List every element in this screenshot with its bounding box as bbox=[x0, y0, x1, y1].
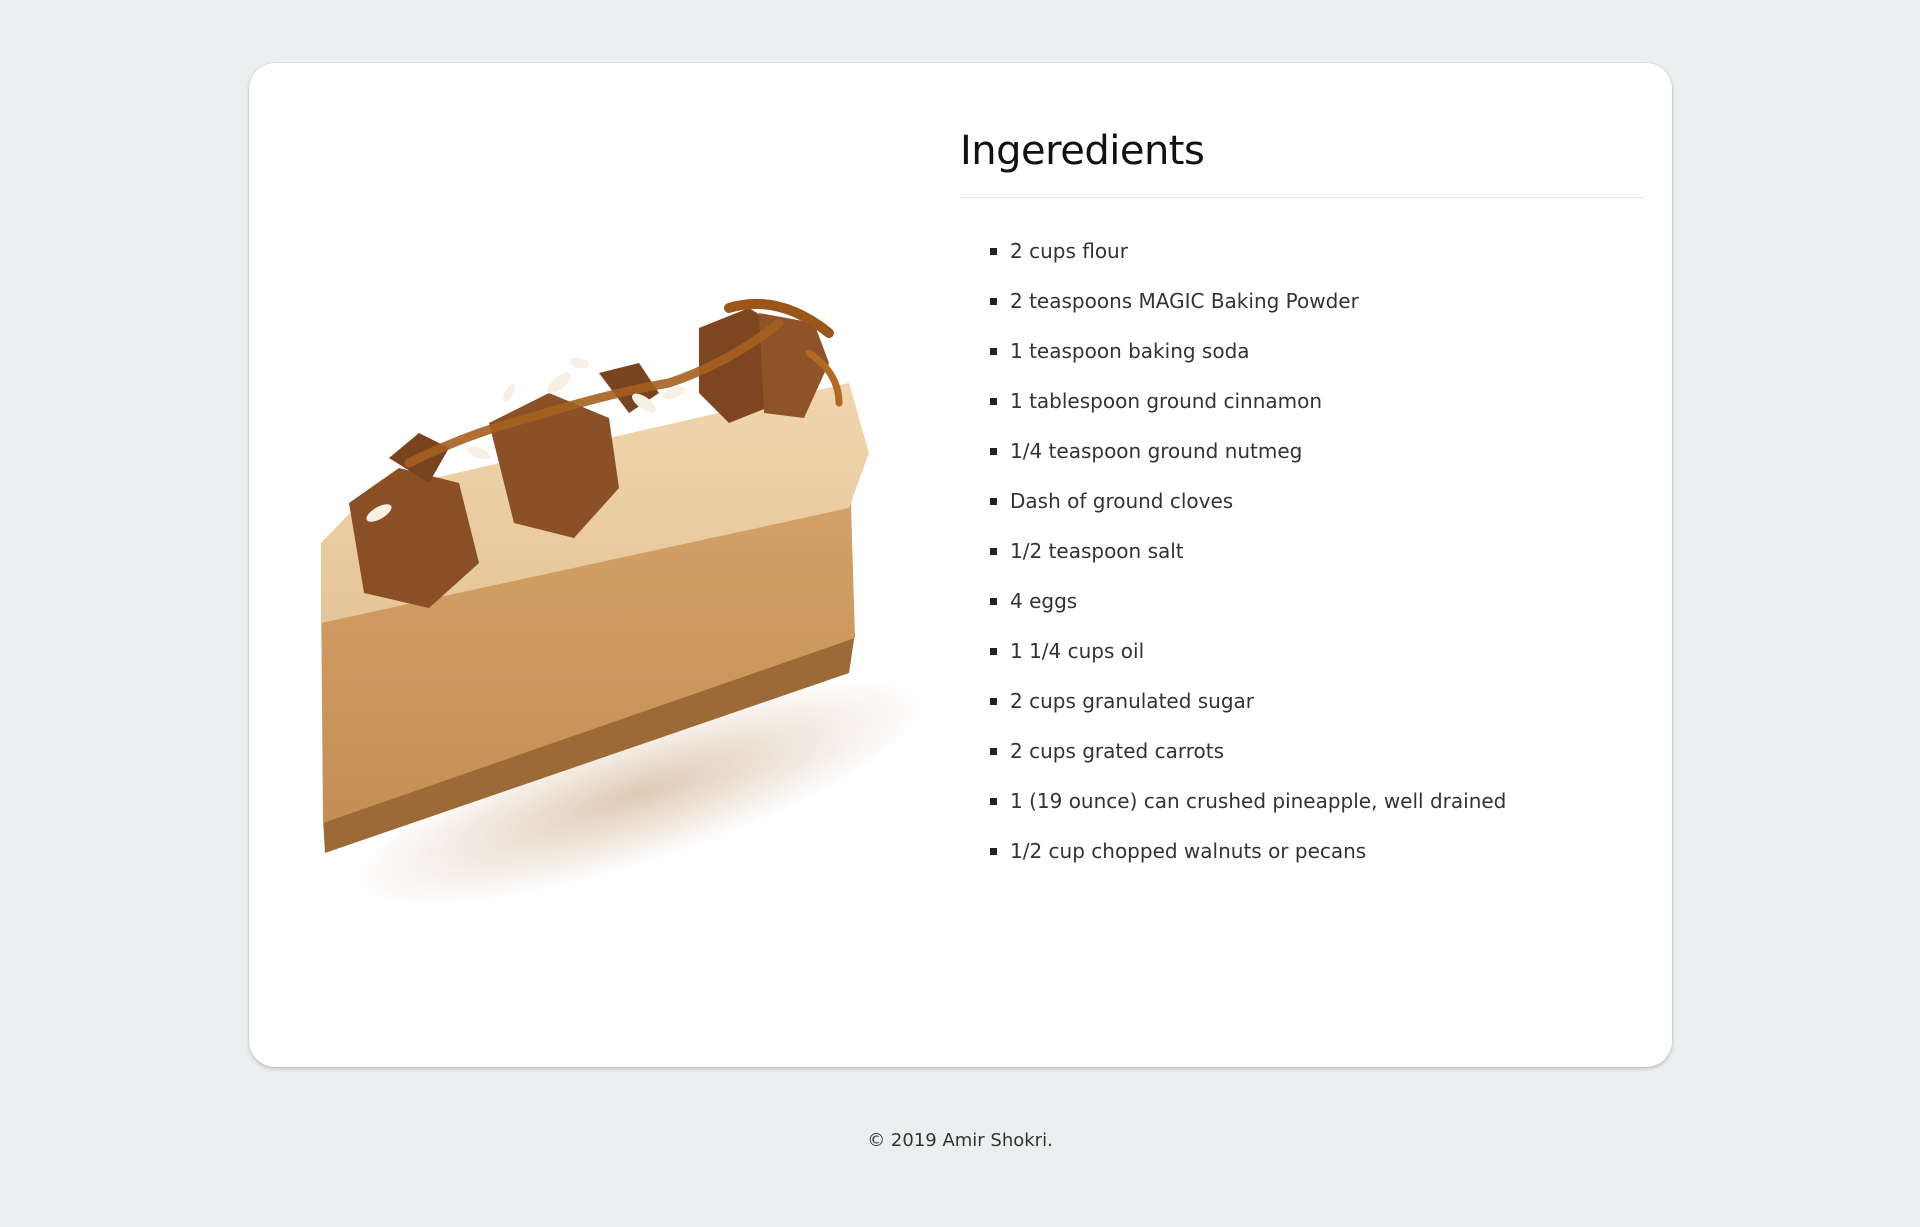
recipe-card: Ingeredients 2 cups flour 2 teaspoons MA… bbox=[249, 63, 1672, 1067]
footer-copyright: © 2019 Amir Shokri. bbox=[867, 1130, 1053, 1151]
list-item: 1/2 cup chopped walnuts or pecans bbox=[990, 826, 1645, 876]
list-item: 2 cups grated carrots bbox=[990, 726, 1645, 776]
list-item: 4 eggs bbox=[990, 576, 1645, 626]
divider bbox=[960, 197, 1645, 198]
list-item: Dash of ground cloves bbox=[990, 476, 1645, 526]
list-item: 1/2 teaspoon salt bbox=[990, 526, 1645, 576]
list-item: 2 cups granulated sugar bbox=[990, 676, 1645, 726]
ingredients-list: 2 cups flour 2 teaspoons MAGIC Baking Po… bbox=[960, 226, 1645, 876]
list-item: 1/4 teaspoon ground nutmeg bbox=[990, 426, 1645, 476]
ingredients-title: Ingeredients bbox=[960, 128, 1205, 174]
list-item: 2 cups flour bbox=[990, 226, 1645, 276]
list-item: 1 tablespoon ground cinnamon bbox=[990, 376, 1645, 426]
list-item: 1 teaspoon baking soda bbox=[990, 326, 1645, 376]
cheesecake-image bbox=[309, 253, 929, 973]
list-item: 1 (19 ounce) can crushed pineapple, well… bbox=[990, 776, 1645, 826]
list-item: 1 1/4 cups oil bbox=[990, 626, 1645, 676]
ingredients-panel: Ingeredients 2 cups flour 2 teaspoons MA… bbox=[960, 115, 1645, 876]
list-item: 2 teaspoons MAGIC Baking Powder bbox=[990, 276, 1645, 326]
